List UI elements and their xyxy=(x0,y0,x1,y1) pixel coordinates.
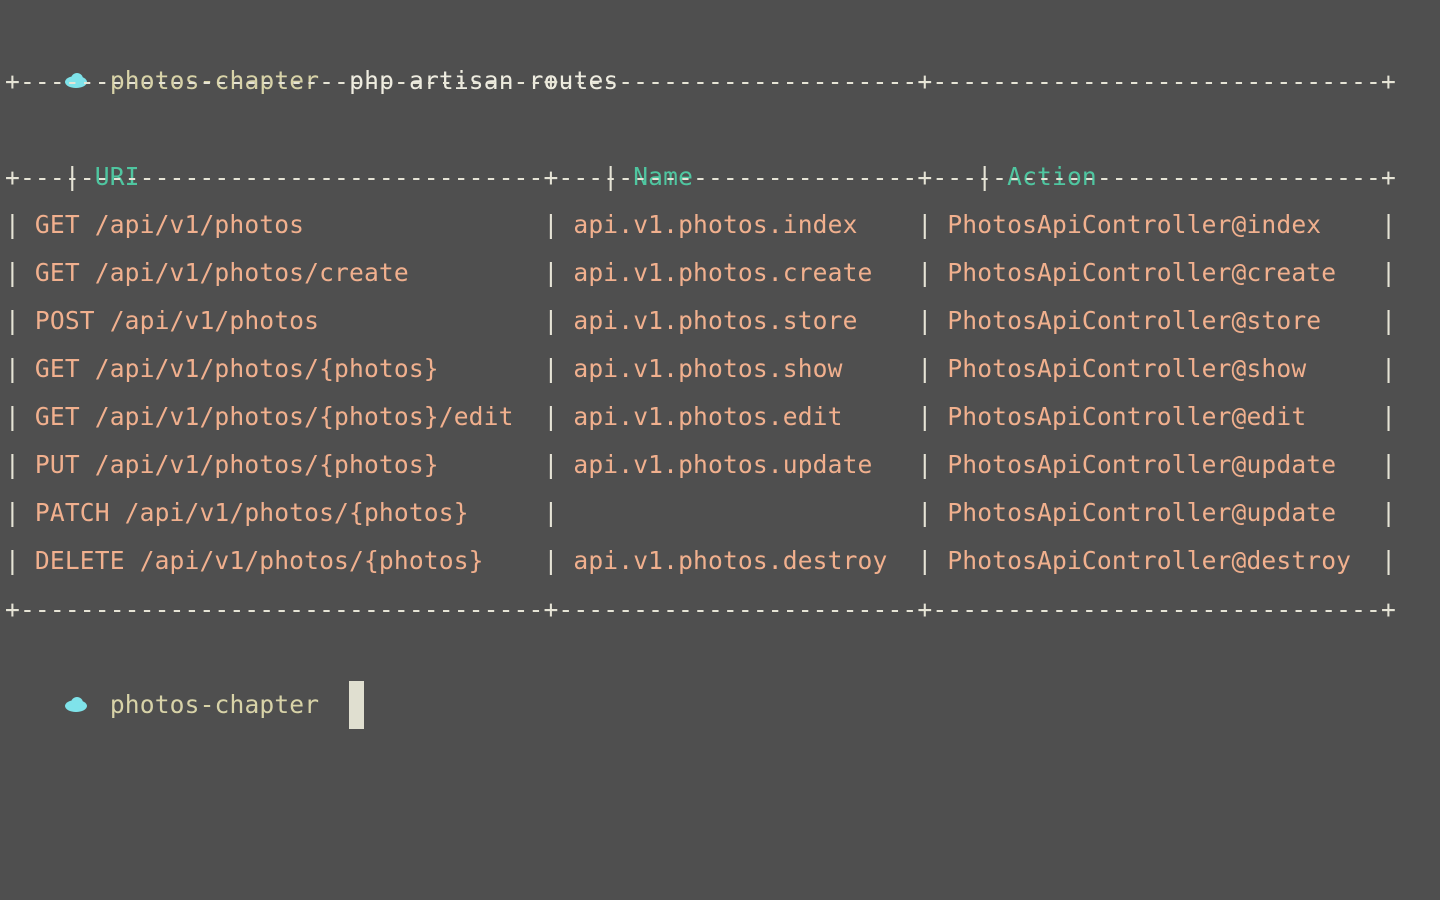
table-border-bottom: +-----------------------------------+---… xyxy=(5,595,1396,624)
table-border-header: +-----------------------------------+---… xyxy=(5,163,1396,192)
cloud-icon xyxy=(64,697,87,712)
cell-separator: | xyxy=(1381,258,1397,287)
route-action: PhotosApiController@update xyxy=(947,450,1382,479)
cell-separator: | xyxy=(5,402,35,431)
cell-separator: | xyxy=(543,546,574,575)
cell-separator: | xyxy=(543,354,574,383)
route-name: api.v1.photos.destroy xyxy=(573,546,918,575)
cell-separator: | xyxy=(5,354,35,383)
cell-separator: | xyxy=(917,258,948,287)
cell-separator: | xyxy=(543,258,574,287)
route-uri: GET /api/v1/photos/{photos} xyxy=(34,354,544,383)
cell-separator: | xyxy=(917,450,948,479)
cell-separator: | xyxy=(5,306,35,335)
route-action: PhotosApiController@update xyxy=(947,498,1382,527)
route-uri: GET /api/v1/photos/create xyxy=(34,258,544,287)
cell-separator: | xyxy=(543,402,574,431)
route-action: PhotosApiController@edit xyxy=(947,402,1382,431)
cell-separator: | xyxy=(5,546,35,575)
table-row: | GET /api/v1/photos/{photos} | api.v1.p… xyxy=(5,345,1396,393)
table-header-row: | URI | Name | Action | xyxy=(64,162,1440,191)
cell-separator: | xyxy=(5,258,35,287)
cell-separator: | xyxy=(543,210,574,239)
cell-separator: | xyxy=(1381,354,1397,383)
route-uri: PATCH /api/v1/photos/{photos} xyxy=(34,498,544,527)
cell-separator: | xyxy=(1381,546,1397,575)
route-uri: DELETE /api/v1/photos/{photos} xyxy=(34,546,544,575)
cell-separator: | xyxy=(1381,498,1397,527)
route-action: PhotosApiController@store xyxy=(947,306,1382,335)
terminal-window[interactable]: photos-chapter php artisan routes +-----… xyxy=(0,0,1440,900)
text-cursor xyxy=(349,681,365,729)
route-name: api.v1.photos.edit xyxy=(573,402,918,431)
route-action: PhotosApiController@destroy xyxy=(947,546,1382,575)
route-uri: GET /api/v1/photos/{photos}/edit xyxy=(34,402,544,431)
table-row: | GET /api/v1/photos/{photos}/edit | api… xyxy=(5,393,1396,441)
cell-separator: | xyxy=(1381,210,1397,239)
route-name: api.v1.photos.create xyxy=(573,258,918,287)
table-row: | DELETE /api/v1/photos/{photos} | api.v… xyxy=(5,537,1396,585)
route-uri: GET /api/v1/photos xyxy=(34,210,544,239)
route-action: PhotosApiController@index xyxy=(947,210,1382,239)
cell-separator: | xyxy=(5,210,35,239)
table-row: | PUT /api/v1/photos/{photos} | api.v1.p… xyxy=(5,441,1396,489)
cell-separator: | xyxy=(917,306,948,335)
command-line: photos-chapter php artisan routes xyxy=(5,9,618,95)
route-uri: POST /api/v1/photos xyxy=(34,306,544,335)
cell-separator: | xyxy=(5,450,35,479)
route-name: api.v1.photos.index xyxy=(573,210,918,239)
cell-separator: | xyxy=(543,450,574,479)
cell-separator: | xyxy=(1381,450,1397,479)
table-border-top: +-----------------------------------+---… xyxy=(5,67,1396,96)
cell-separator: | xyxy=(5,498,35,527)
route-name: api.v1.photos.show xyxy=(573,354,918,383)
cell-separator: | xyxy=(543,306,574,335)
cell-separator: | xyxy=(1381,402,1397,431)
cell-separator: | xyxy=(917,402,948,431)
route-name: api.v1.photos.update xyxy=(573,450,918,479)
route-action: PhotosApiController@create xyxy=(947,258,1382,287)
cell-separator: | xyxy=(1381,306,1397,335)
table-row: | POST /api/v1/photos | api.v1.photos.st… xyxy=(5,297,1396,345)
prompt-directory: photos-chapter xyxy=(109,690,320,719)
cell-separator: | xyxy=(917,210,948,239)
route-action: PhotosApiController@show xyxy=(947,354,1382,383)
input-prompt-line[interactable]: photos-chapter xyxy=(5,633,365,729)
route-uri: PUT /api/v1/photos/{photos} xyxy=(34,450,544,479)
cell-separator: | xyxy=(543,498,574,527)
table-row: | GET /api/v1/photos | api.v1.photos.ind… xyxy=(5,201,1396,249)
route-name xyxy=(573,498,917,527)
cell-separator: | xyxy=(917,354,948,383)
table-row: | PATCH /api/v1/photos/{photos} | | Phot… xyxy=(5,489,1396,537)
table-row: | GET /api/v1/photos/create | api.v1.pho… xyxy=(5,249,1396,297)
cell-separator: | xyxy=(917,498,948,527)
route-name: api.v1.photos.store xyxy=(573,306,918,335)
cell-separator: | xyxy=(917,546,948,575)
